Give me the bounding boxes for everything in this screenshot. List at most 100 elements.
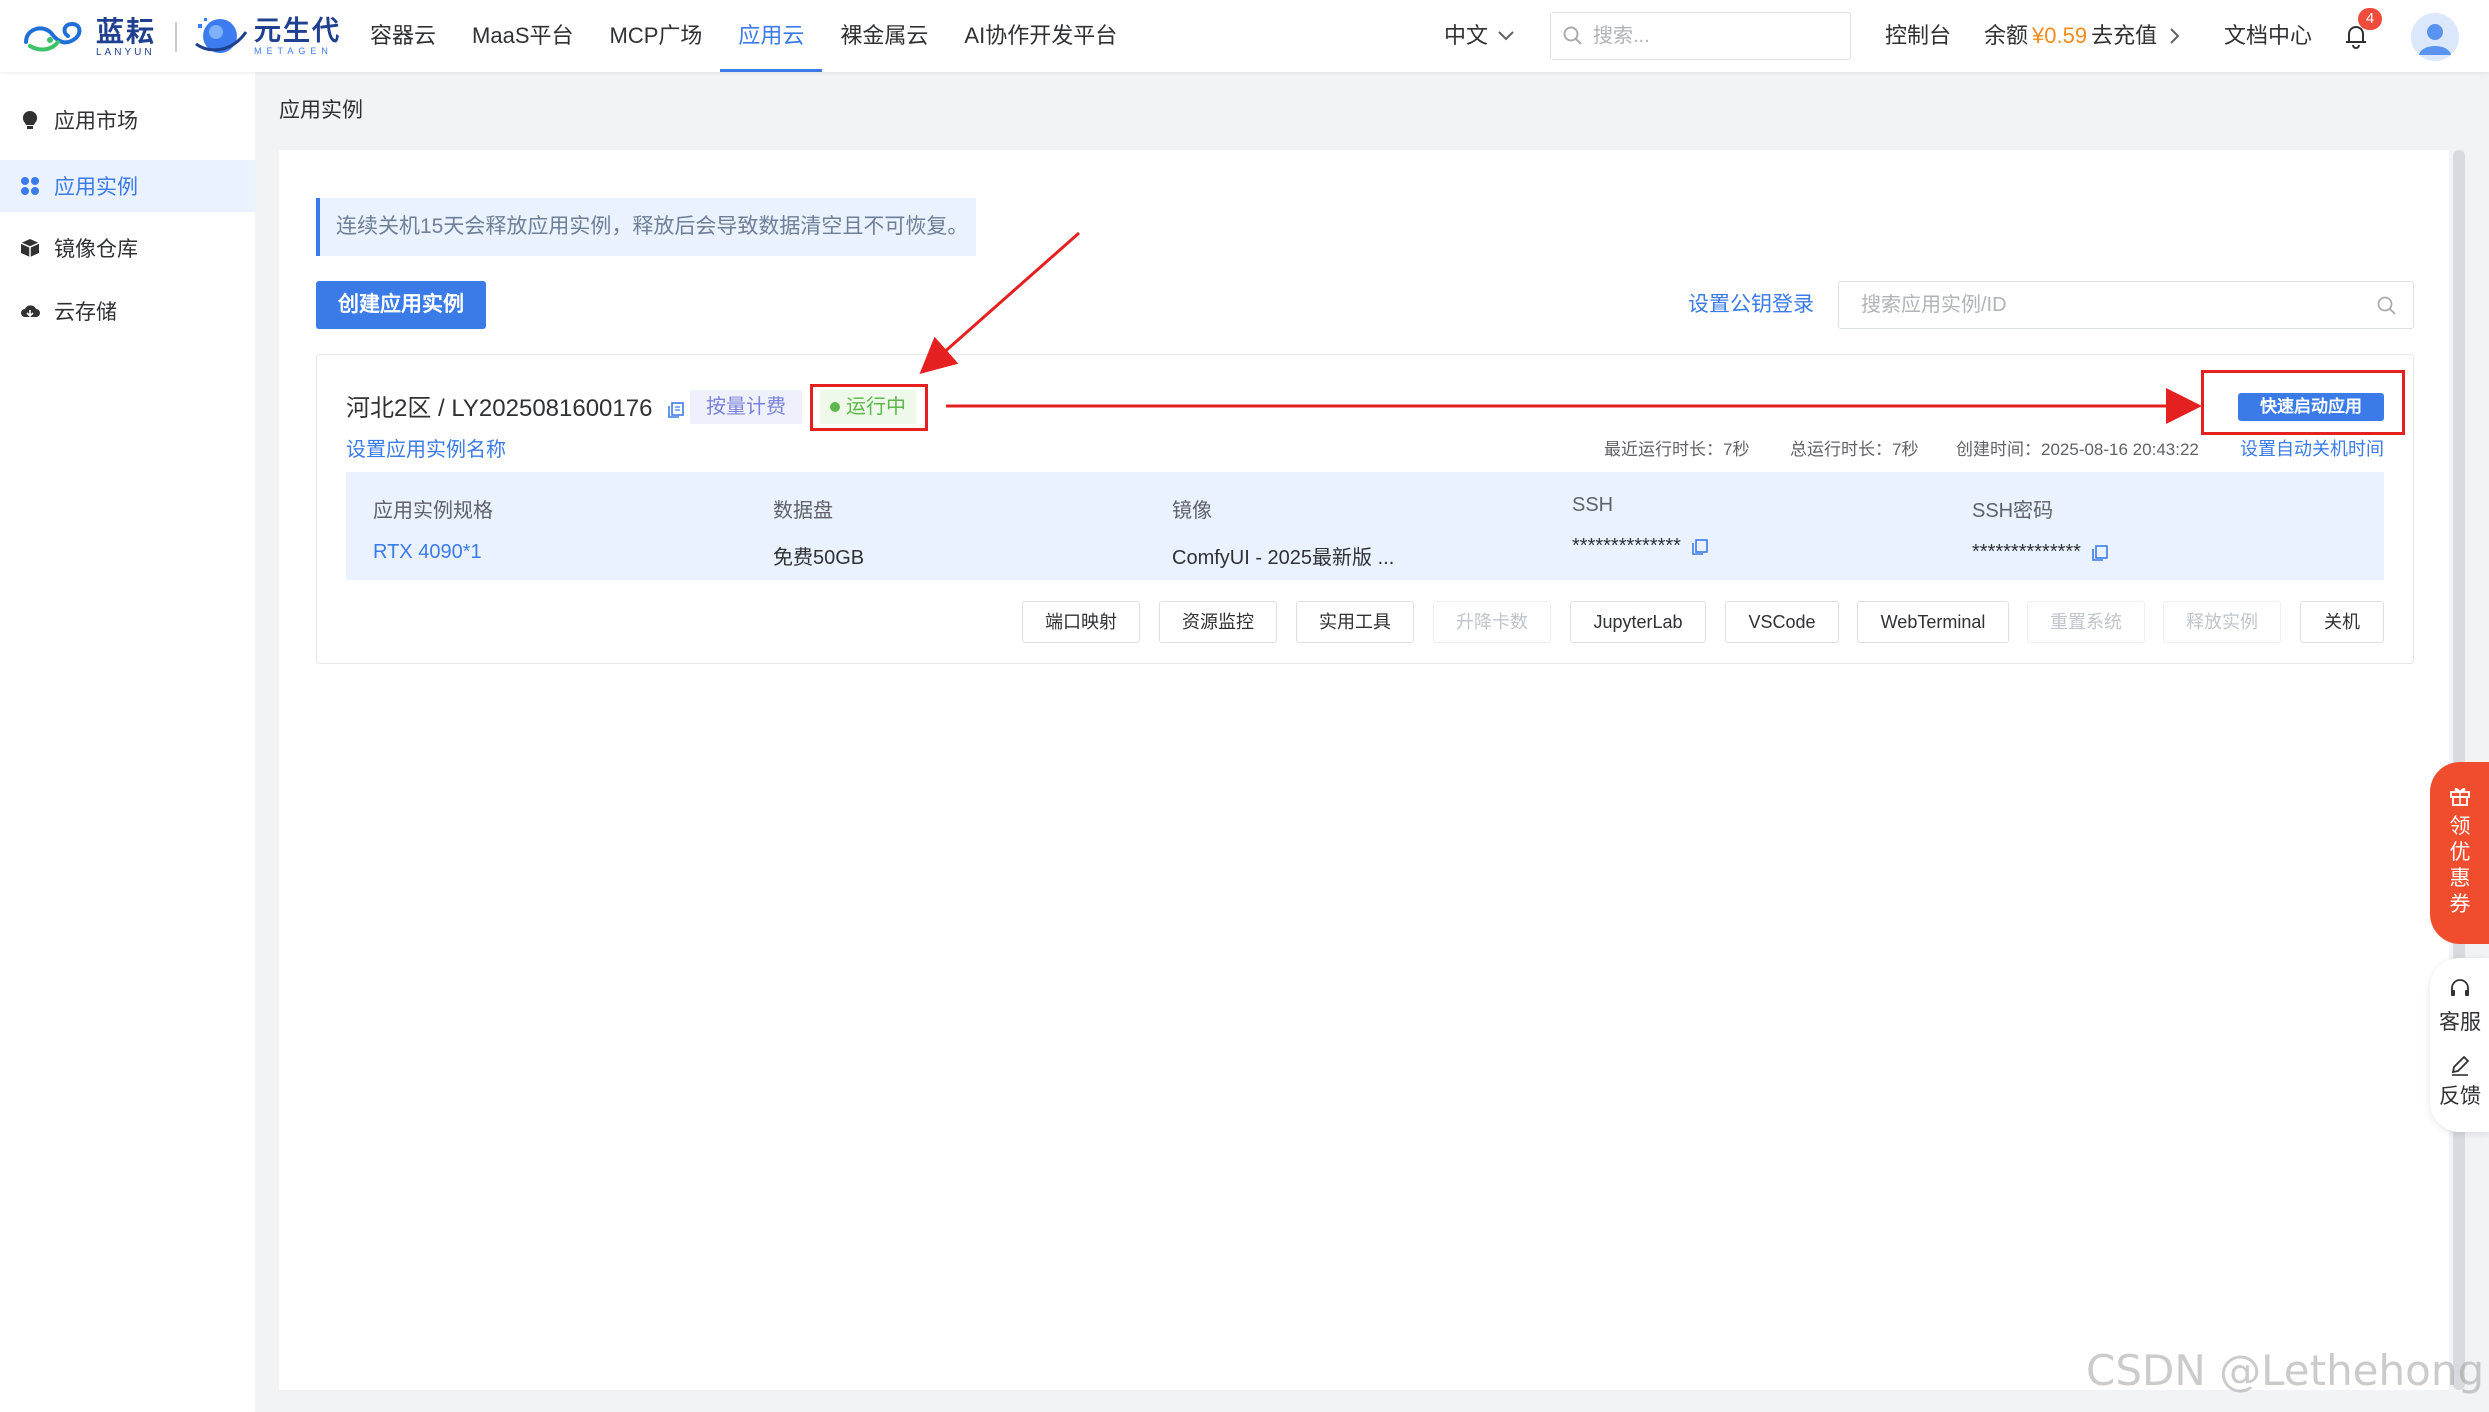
auto-shutdown-link[interactable]: 设置自动关机时间 bbox=[2240, 435, 2384, 461]
sidebar-item-cloud-storage[interactable]: 云存储 bbox=[0, 285, 255, 337]
resource-monitor-button[interactable]: 资源监控 bbox=[1159, 601, 1277, 643]
ssh-masked: ************** bbox=[1572, 535, 1681, 557]
metagen-logo-text: 元生代 bbox=[254, 16, 341, 46]
sidebar: 应用市场 应用实例 镜像仓库 云存储 bbox=[0, 72, 255, 1412]
nav-item-maas[interactable]: MaaS平台 bbox=[454, 0, 591, 72]
avatar[interactable] bbox=[2411, 13, 2459, 61]
spec-ssh-value: ************** bbox=[1572, 535, 1709, 558]
logo-divider bbox=[175, 22, 177, 52]
language-label: 中文 bbox=[1444, 23, 1489, 48]
notification-badge: 4 bbox=[2358, 8, 2382, 30]
nav-item-container-cloud[interactable]: 容器云 bbox=[352, 0, 454, 72]
recharge-link[interactable]: 去充值 bbox=[2091, 0, 2157, 72]
lanyun-logo-text: 蓝耘 bbox=[96, 15, 157, 47]
instance-title: 河北2区 / LY2025081600176 bbox=[346, 388, 685, 423]
feedback-label[interactable]: 反馈 bbox=[2439, 1080, 2481, 1110]
breadcrumb: 应用实例 bbox=[279, 99, 363, 122]
chevron-down-icon bbox=[1498, 31, 1514, 41]
lanyun-logo[interactable]: 蓝耘 LANYUN bbox=[22, 14, 156, 60]
spec-label: SSH密码 bbox=[1972, 500, 2054, 522]
docs-link[interactable]: 文档中心 bbox=[2224, 0, 2312, 72]
instance-name: 河北2区 / LY2025081600176 bbox=[346, 395, 653, 422]
nav-item-ai-dev[interactable]: AI协作开发平台 bbox=[946, 0, 1135, 72]
main-nav: 容器云 MaaS平台 MCP广场 应用云 裸金属云 AI协作开发平台 bbox=[352, 0, 1135, 72]
balance-amount: ¥0.59 bbox=[2032, 23, 2088, 48]
nav-item-mcp[interactable]: MCP广场 bbox=[592, 0, 721, 72]
spec-disk-value: 免费50GB bbox=[773, 547, 865, 569]
search-icon[interactable] bbox=[2377, 296, 2397, 316]
console-link[interactable]: 控制台 bbox=[1885, 0, 1951, 72]
user-avatar-icon bbox=[2419, 24, 2451, 55]
sidebar-item-label: 云存储 bbox=[54, 301, 117, 324]
sidebar-item-label: 应用实例 bbox=[54, 176, 138, 199]
lightbulb-icon bbox=[22, 110, 38, 129]
scale-gpu-button[interactable]: 升降卡数 bbox=[1433, 601, 1551, 643]
apps-icon bbox=[21, 177, 39, 195]
coupon-char: 领 bbox=[2449, 815, 2471, 838]
port-mapping-button[interactable]: 端口映射 bbox=[1022, 601, 1140, 643]
utilities-button[interactable]: 实用工具 bbox=[1296, 601, 1414, 643]
nav-item-app-cloud[interactable]: 应用云 bbox=[720, 0, 823, 72]
nav-item-bare-metal[interactable]: 裸金属云 bbox=[822, 0, 946, 72]
status-highlight-box bbox=[810, 384, 928, 431]
total-runtime: 总运行时长：7秒 bbox=[1790, 440, 1919, 459]
jupyterlab-button[interactable]: JupyterLab bbox=[1570, 601, 1706, 643]
spec-label: 数据盘 bbox=[773, 500, 833, 522]
lanyun-logo-subtext: LANYUN bbox=[96, 46, 155, 58]
vscode-button[interactable]: VSCode bbox=[1725, 601, 1839, 643]
spec-ssh-password: SSH密码 ************** bbox=[1972, 494, 2109, 564]
sidebar-item-image-repo[interactable]: 镜像仓库 bbox=[0, 222, 255, 274]
coupon-char: 券 bbox=[2449, 893, 2471, 916]
cloud-icon bbox=[21, 305, 40, 318]
balance-label: 余额 bbox=[1984, 23, 2029, 48]
rename-instance-link[interactable]: 设置应用实例名称 bbox=[346, 433, 506, 462]
box-icon bbox=[20, 239, 40, 257]
coupon-char: 惠 bbox=[2449, 867, 2471, 890]
chevron-right-icon bbox=[2170, 28, 2180, 44]
copy-icon[interactable] bbox=[2091, 544, 2109, 562]
metagen-logo[interactable]: 元生代 METAGEN bbox=[192, 10, 341, 62]
create-instance-button[interactable]: 创建应用实例 bbox=[316, 281, 486, 329]
quick-launch-highlight-box bbox=[2201, 370, 2405, 435]
content-panel bbox=[279, 150, 2449, 1390]
edit-icon[interactable] bbox=[2449, 1054, 2471, 1076]
spec-image: 镜像 ComfyUI - 2025最新版 ... bbox=[1172, 494, 1394, 570]
spec-image-value: ComfyUI - 2025最新版 ... bbox=[1172, 547, 1395, 569]
sidebar-item-app-instances[interactable]: 应用实例 bbox=[0, 160, 255, 212]
coupon-widget[interactable]: 领 优 惠 券 bbox=[2430, 762, 2489, 944]
headset-icon[interactable] bbox=[2449, 978, 2471, 1000]
lanyun-logo-icon bbox=[24, 21, 82, 52]
copy-icon[interactable] bbox=[667, 401, 685, 419]
spec-disk: 数据盘 免费50GB bbox=[773, 494, 864, 570]
customer-service-label[interactable]: 客服 bbox=[2439, 1006, 2481, 1036]
metagen-logo-icon bbox=[195, 18, 248, 53]
copy-icon[interactable] bbox=[1691, 538, 1709, 556]
global-search-input[interactable] bbox=[1593, 24, 1823, 48]
release-notice: 连续关机15天会释放应用实例，释放后会导致数据清空且不可恢复。 bbox=[316, 198, 976, 256]
language-selector[interactable]: 中文 bbox=[1444, 0, 1514, 72]
ssh-password-masked: ************** bbox=[1972, 541, 2081, 563]
balance-recharge[interactable]: 余额 ¥0.59 去充值 bbox=[1984, 0, 2181, 72]
spec-gpu-value[interactable]: RTX 4090*1 bbox=[373, 541, 493, 564]
recent-runtime: 最近运行时长：7秒 bbox=[1604, 440, 1750, 459]
shutdown-button[interactable]: 关机 bbox=[2300, 601, 2384, 643]
spec-label: SSH bbox=[1572, 494, 1614, 516]
spec-gpu: 应用实例规格 RTX 4090*1 bbox=[373, 494, 493, 564]
sidebar-item-label: 镜像仓库 bbox=[54, 238, 138, 261]
pubkey-login-link[interactable]: 设置公钥登录 bbox=[1688, 281, 1814, 329]
search-icon bbox=[1563, 26, 1582, 45]
top-navbar: 蓝耘 LANYUN 元生代 METAGEN 容器云 MaaS平台 MCP广场 应… bbox=[0, 0, 2489, 72]
billing-tag: 按量计费 bbox=[690, 390, 802, 424]
reset-system-button[interactable]: 重置系统 bbox=[2027, 601, 2145, 643]
webterminal-button[interactable]: WebTerminal bbox=[1857, 601, 2009, 643]
sidebar-item-app-market[interactable]: 应用市场 bbox=[0, 94, 255, 146]
release-instance-button[interactable]: 释放实例 bbox=[2163, 601, 2281, 643]
coupon-char: 优 bbox=[2449, 841, 2471, 864]
instance-search-input[interactable] bbox=[1861, 293, 2361, 317]
metagen-logo-subtext: METAGEN bbox=[254, 46, 333, 56]
spec-label: 镜像 bbox=[1172, 500, 1212, 522]
global-search[interactable] bbox=[1550, 12, 1851, 60]
instance-search[interactable] bbox=[1838, 281, 2414, 329]
gift-icon bbox=[2450, 788, 2470, 806]
watermark: CSDN @Lethehong bbox=[2086, 1346, 2485, 1395]
